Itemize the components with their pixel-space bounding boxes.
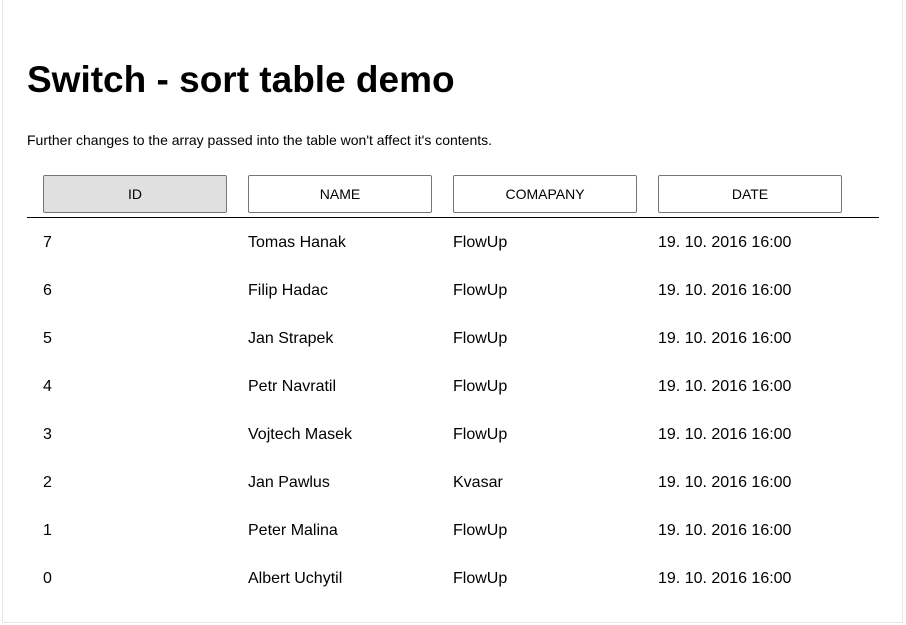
cell-name: Tomas Hanak — [248, 234, 346, 251]
page-description: Further changes to the array passed into… — [27, 132, 493, 148]
cell-date: 19. 10. 2016 16:00 — [658, 330, 792, 347]
table-row: 4 Petr Navratil FlowUp 19. 10. 2016 16:0… — [27, 362, 879, 410]
cell-id: 3 — [43, 426, 52, 443]
cell-id: 1 — [43, 522, 52, 539]
cell-company: Kvasar — [453, 474, 503, 491]
cell-date: 19. 10. 2016 16:00 — [658, 474, 792, 491]
table-row: 5 Jan Strapek FlowUp 19. 10. 2016 16:00 — [27, 314, 879, 362]
sort-by-name-button[interactable]: NAME — [248, 175, 432, 213]
cell-date: 19. 10. 2016 16:00 — [658, 426, 792, 443]
cell-name: Jan Strapek — [248, 330, 334, 347]
sort-by-company-button[interactable]: COMAPANY — [453, 175, 637, 213]
cell-id: 4 — [43, 378, 52, 395]
table-row: 6 Filip Hadac FlowUp 19. 10. 2016 16:00 — [27, 266, 879, 314]
table-row: 3 Vojtech Masek FlowUp 19. 10. 2016 16:0… — [27, 410, 879, 458]
cell-id: 7 — [43, 234, 52, 251]
table-row: 7 Tomas Hanak FlowUp 19. 10. 2016 16:00 — [27, 218, 879, 266]
cell-company: FlowUp — [453, 234, 508, 251]
sort-by-id-button[interactable]: ID — [43, 175, 227, 213]
table-body: 7 Tomas Hanak FlowUp 19. 10. 2016 16:00 … — [27, 218, 879, 602]
table-row: 2 Jan Pawlus Kvasar 19. 10. 2016 16:00 — [27, 458, 879, 506]
cell-name: Filip Hadac — [248, 282, 329, 299]
cell-id: 6 — [43, 282, 52, 299]
table-row: 1 Peter Malina FlowUp 19. 10. 2016 16:00 — [27, 506, 879, 554]
cell-name: Peter Malina — [248, 522, 338, 539]
cell-name: Jan Pawlus — [248, 474, 330, 491]
cell-company: FlowUp — [453, 570, 508, 587]
cell-name: Albert Uchytil — [248, 570, 343, 587]
cell-date: 19. 10. 2016 16:00 — [658, 570, 792, 587]
cell-id: 0 — [43, 570, 52, 587]
cell-id: 2 — [43, 474, 52, 491]
cell-id: 5 — [43, 330, 52, 347]
cell-name: Petr Navratil — [248, 378, 337, 395]
table-header: ID NAME COMAPANY DATE — [27, 175, 879, 218]
cell-company: FlowUp — [453, 330, 508, 347]
cell-company: FlowUp — [453, 426, 508, 443]
cell-date: 19. 10. 2016 16:00 — [658, 378, 792, 395]
cell-date: 19. 10. 2016 16:00 — [658, 522, 792, 539]
cell-company: FlowUp — [453, 522, 508, 539]
table-row: 0 Albert Uchytil FlowUp 19. 10. 2016 16:… — [27, 554, 879, 602]
cell-company: FlowUp — [453, 378, 508, 395]
cell-name: Vojtech Masek — [248, 426, 353, 443]
cell-date: 19. 10. 2016 16:00 — [658, 234, 792, 251]
cell-date: 19. 10. 2016 16:00 — [658, 282, 792, 299]
sort-by-date-button[interactable]: DATE — [658, 175, 842, 213]
cell-company: FlowUp — [453, 282, 508, 299]
page-title: Switch - sort table demo — [27, 59, 455, 100]
